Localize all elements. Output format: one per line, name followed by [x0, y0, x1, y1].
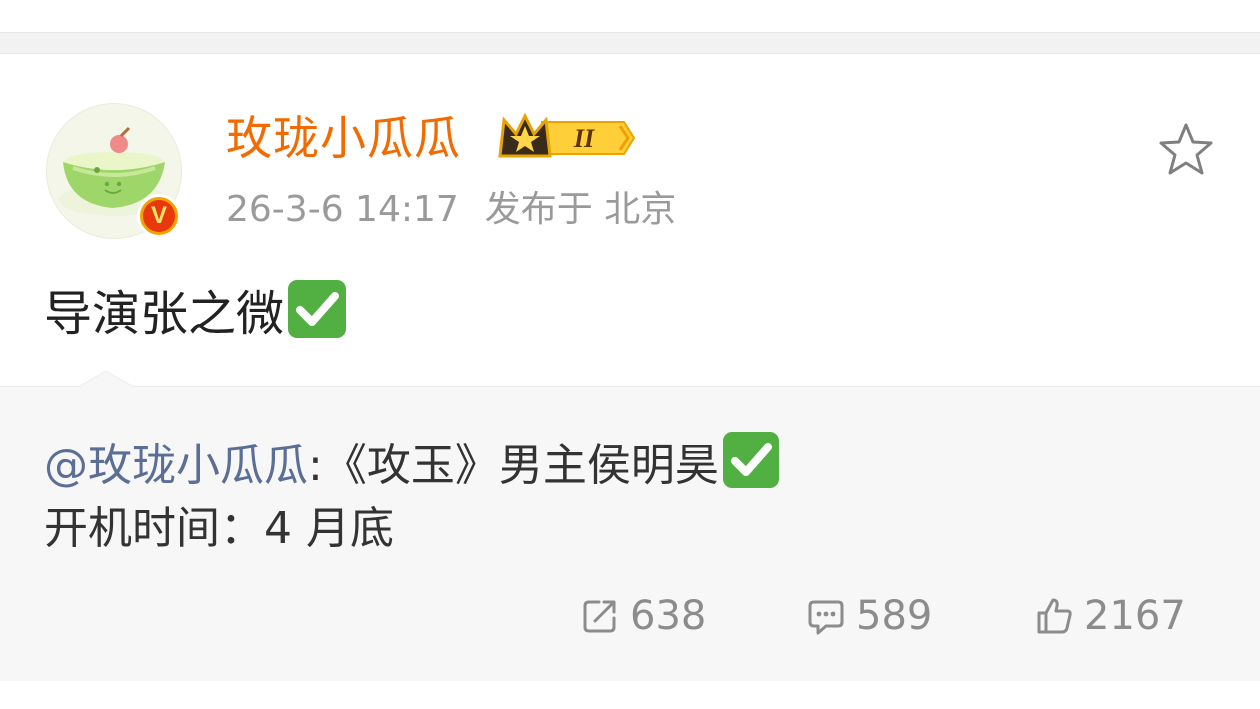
post-location: 发布于 北京	[484, 189, 677, 230]
feed-divider	[0, 32, 1260, 54]
star-outline-icon	[1159, 123, 1213, 175]
repost-body: :《攻玉》男主侯明昊	[308, 440, 719, 491]
repost-count: 638	[630, 593, 707, 639]
like-button[interactable]: 2167	[1034, 586, 1186, 646]
repost-mention-link[interactable]: @玫珑小瓜瓜	[44, 440, 308, 491]
vip-badge[interactable]: II	[496, 112, 636, 164]
bottom-strip	[0, 681, 1260, 709]
top-strip	[0, 0, 1260, 32]
comment-count: 589	[856, 593, 933, 639]
post-timestamp: 26-3-6 14:17	[226, 189, 459, 230]
like-count: 2167	[1084, 593, 1186, 639]
repost-text-line1: @玫珑小瓜瓜:《攻玉》男主侯明昊	[44, 432, 779, 494]
thumbs-up-icon	[1037, 598, 1072, 634]
check-mark-icon	[288, 280, 347, 338]
post-content: 导演张之微	[44, 280, 347, 346]
vip-level-text: II	[573, 124, 595, 153]
author-name[interactable]: 玫珑小瓜瓜	[226, 108, 461, 168]
check-mark-icon	[722, 432, 779, 488]
repost-button[interactable]: 638	[580, 586, 706, 646]
post-meta: 26-3-6 14:17 发布于 北京	[226, 184, 676, 236]
share-arrow-icon	[583, 600, 616, 633]
repost-pointer	[80, 371, 132, 399]
avatar[interactable]: V	[46, 103, 182, 239]
comment-bubble-icon	[808, 600, 844, 635]
post-text: 导演张之微	[44, 286, 285, 342]
comment-button[interactable]: 589	[806, 586, 932, 646]
verified-badge-letter: V	[143, 200, 175, 232]
repost-text-line2: 开机时间：4 月底	[44, 503, 394, 554]
crown-icon: II	[498, 112, 636, 158]
favorite-button[interactable]	[1156, 120, 1216, 180]
verified-badge: V	[137, 194, 181, 238]
